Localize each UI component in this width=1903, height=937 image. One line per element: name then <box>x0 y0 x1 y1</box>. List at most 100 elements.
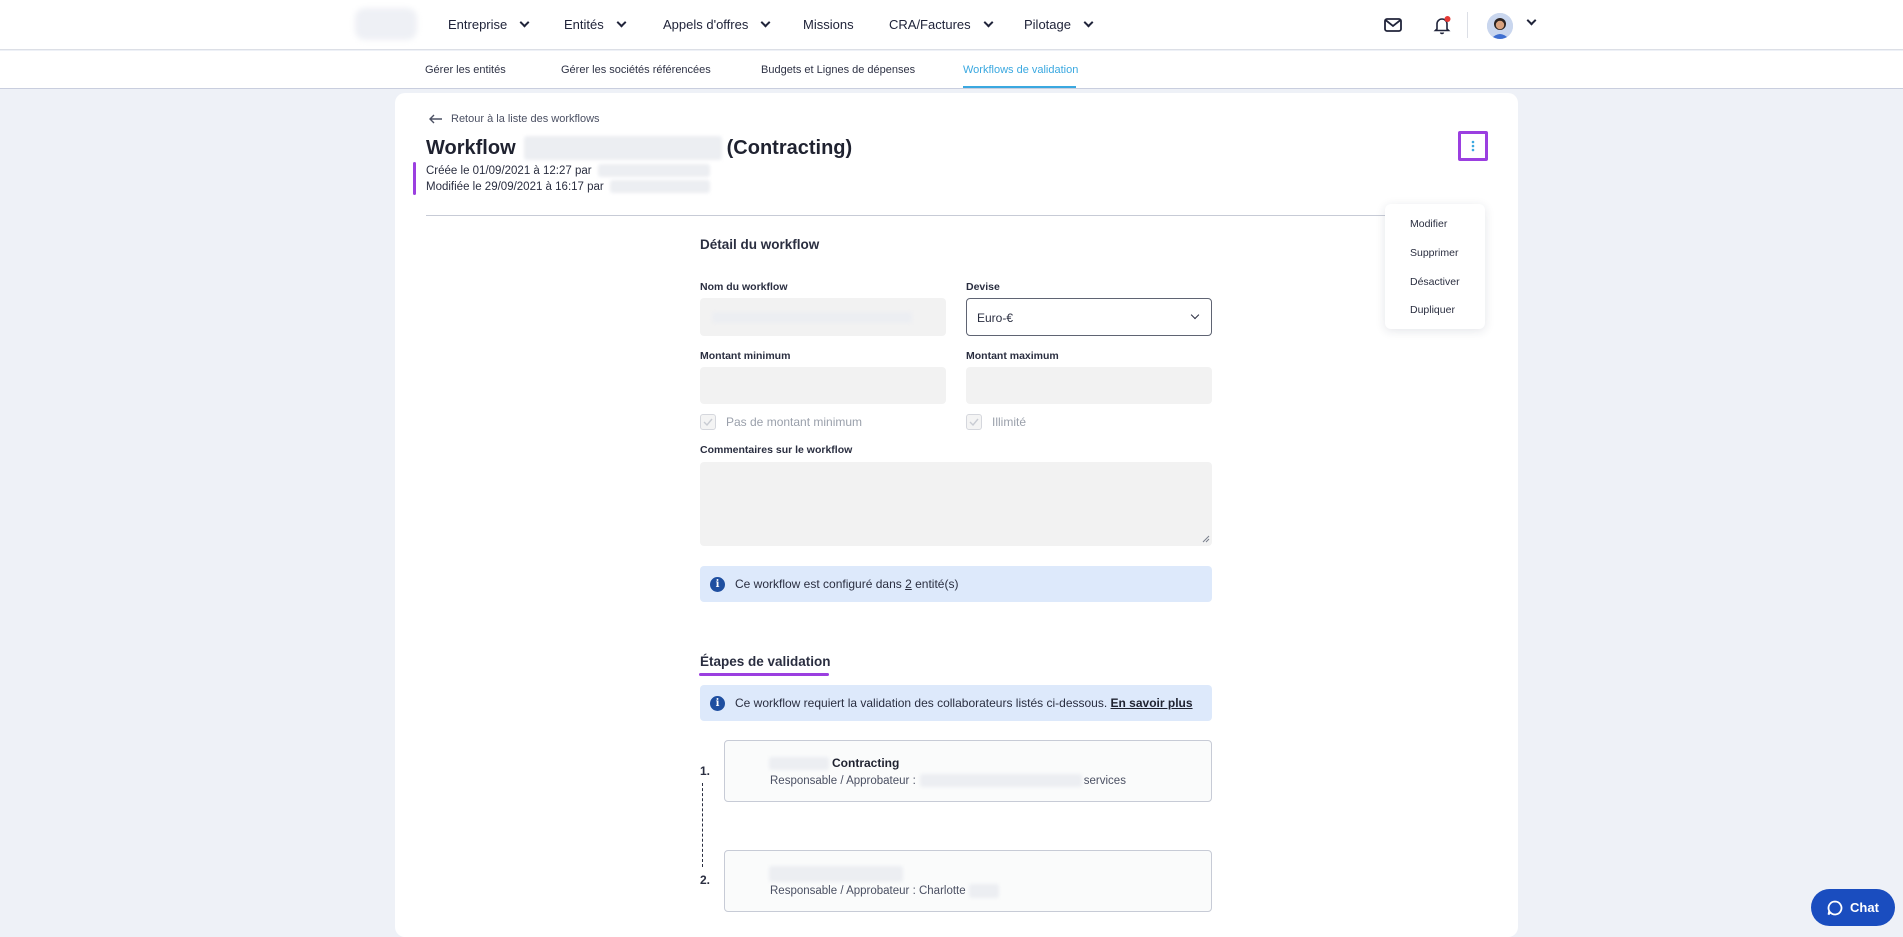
redacted-text <box>712 312 912 323</box>
redacted-text <box>523 136 722 160</box>
user-avatar[interactable] <box>1487 13 1513 39</box>
chevron-down-icon <box>1190 310 1200 320</box>
tab-gerer-entites[interactable]: Gérer les entités <box>425 64 506 76</box>
tab-societes-referencees[interactable]: Gérer les sociétés référencées <box>561 64 711 76</box>
responsible-label: Responsable / Approbateur : <box>770 885 916 897</box>
nav-pilotage[interactable]: Pilotage <box>1024 17 1094 32</box>
steps-info-text: Ce workflow requiert la validation des c… <box>735 696 1193 710</box>
info-icon: i <box>710 695 725 711</box>
learn-more-link[interactable]: En savoir plus <box>1111 696 1193 710</box>
menu-desactiver[interactable]: Désactiver <box>1410 276 1460 288</box>
redacted-text <box>769 756 829 770</box>
step-number: 1. <box>700 764 711 778</box>
top-navigation: Entreprise Entités Appels d'offres Missi… <box>0 0 1903 50</box>
responsible-value: Charlotte <box>918 885 966 897</box>
chevron-down-icon <box>616 17 627 28</box>
step-card[interactable]: Contracting Responsable / Approbateur : … <box>724 740 1212 802</box>
comments-label: Commentaires sur le workflow <box>700 444 853 456</box>
max-amount-label: Montant maximum <box>966 350 1059 362</box>
kebab-icon <box>1471 140 1475 152</box>
chevron-down-icon <box>519 17 530 28</box>
company-logo[interactable] <box>355 8 417 40</box>
step-name: Contracting <box>769 756 899 770</box>
menu-modifier[interactable]: Modifier <box>1410 218 1447 230</box>
check-icon <box>703 418 713 426</box>
name-label: Nom du workflow <box>700 281 788 293</box>
nav-missions[interactable]: Missions <box>803 17 854 32</box>
nav-cra-factures[interactable]: CRA/Factures <box>889 17 994 32</box>
title-prefix: Workflow <box>426 136 516 159</box>
nav-label: Missions <box>803 17 854 32</box>
redacted-text <box>597 164 710 177</box>
arrow-left-icon <box>429 114 442 124</box>
resize-handle-icon[interactable] <box>1202 535 1210 543</box>
max-amount-field[interactable] <box>966 367 1212 404</box>
tab-budgets[interactable]: Budgets et Lignes de dépenses <box>761 64 915 76</box>
nav-entites[interactable]: Entités <box>564 17 627 32</box>
nav-label: Entreprise <box>448 17 508 32</box>
chevron-down-icon <box>1083 17 1094 28</box>
no-min-checkbox-row: Pas de montant minimum <box>700 414 862 430</box>
nav-appels-offres[interactable]: Appels d'offres <box>663 17 771 32</box>
step-card[interactable]: Responsable / Approbateur : Charlotte <box>724 850 1212 912</box>
no-min-label: Pas de montant minimum <box>726 415 863 429</box>
nav-entreprise[interactable]: Entreprise <box>448 17 530 32</box>
steps-info-banner: i Ce workflow requiert la validation des… <box>700 685 1212 721</box>
redacted-text <box>609 180 710 193</box>
steps-title-underline <box>699 673 829 676</box>
no-min-checkbox[interactable] <box>700 414 716 430</box>
workflow-name-field[interactable] <box>700 298 946 336</box>
min-amount-field[interactable] <box>700 367 946 404</box>
modified-text: Modifiée le 29/09/2021 à 16:17 par <box>426 180 604 193</box>
redacted-text <box>968 884 999 898</box>
comments-textarea[interactable] <box>700 462 1212 546</box>
title-suffix: (Contracting) <box>726 136 853 159</box>
detail-section-title: Détail du workflow <box>700 237 820 252</box>
nav-label: Pilotage <box>1024 17 1071 32</box>
nav-separator <box>1467 12 1468 38</box>
step-name-text: Contracting <box>832 756 900 770</box>
chat-label: Chat <box>1850 900 1879 915</box>
menu-dupliquer[interactable]: Dupliquer <box>1410 304 1455 316</box>
tab-workflows-validation[interactable]: Workflows de validation <box>963 64 1078 76</box>
redacted-text <box>919 774 1082 787</box>
sub-navigation: Gérer les entités Gérer les sociétés réf… <box>0 51 1903 89</box>
active-tab-indicator <box>963 86 1076 88</box>
page-title: Workflow (Contracting) <box>426 136 852 160</box>
info-icon: i <box>710 576 725 592</box>
header-divider <box>426 215 1386 216</box>
step-name <box>769 866 903 882</box>
menu-supprimer[interactable]: Supprimer <box>1410 247 1458 259</box>
nav-label: Appels d'offres <box>663 17 749 32</box>
currency-label: Devise <box>966 281 1000 293</box>
modified-info: Modifiée le 29/09/2021 à 16:17 par <box>426 180 710 193</box>
meta-accent-bar <box>413 162 416 195</box>
currency-value: Euro-€ <box>977 311 1014 325</box>
more-actions-button[interactable] <box>1458 131 1488 161</box>
chevron-down-icon[interactable] <box>1526 15 1537 26</box>
entities-info-text: Ce workflow est configuré dans 2 entité(… <box>735 577 959 591</box>
steps-section-title: Étapes de validation <box>700 654 831 669</box>
currency-select[interactable]: Euro-€ <box>966 298 1212 336</box>
bell-icon[interactable] <box>1430 13 1454 37</box>
nav-label: CRA/Factures <box>889 17 971 32</box>
unlimited-label: Illimité <box>992 415 1027 429</box>
chevron-down-icon <box>760 17 771 28</box>
back-link[interactable]: Retour à la liste des workflows <box>429 113 600 125</box>
entities-count-link[interactable]: 2 <box>905 577 912 591</box>
chat-button[interactable]: Chat <box>1811 889 1895 926</box>
chat-bubble-icon <box>1827 900 1843 915</box>
created-info: Créée le 01/09/2021 à 12:27 par <box>426 164 710 177</box>
nav-label: Entités <box>564 17 604 32</box>
chevron-down-icon <box>983 17 994 28</box>
unlimited-checkbox[interactable] <box>966 414 982 430</box>
responsible-value: services <box>1083 774 1126 787</box>
actions-menu: Modifier Supprimer Désactiver Dupliquer <box>1385 204 1485 329</box>
step-responsible: Responsable / Approbateur : Charlotte <box>770 884 999 898</box>
mail-icon[interactable] <box>1381 13 1405 37</box>
entities-info-banner: i Ce workflow est configuré dans 2 entit… <box>700 566 1212 602</box>
responsible-label: Responsable / Approbateur : <box>770 774 916 787</box>
redacted-text <box>769 866 903 882</box>
step-responsible: Responsable / Approbateur : services <box>770 774 1126 787</box>
min-amount-label: Montant minimum <box>700 350 791 362</box>
